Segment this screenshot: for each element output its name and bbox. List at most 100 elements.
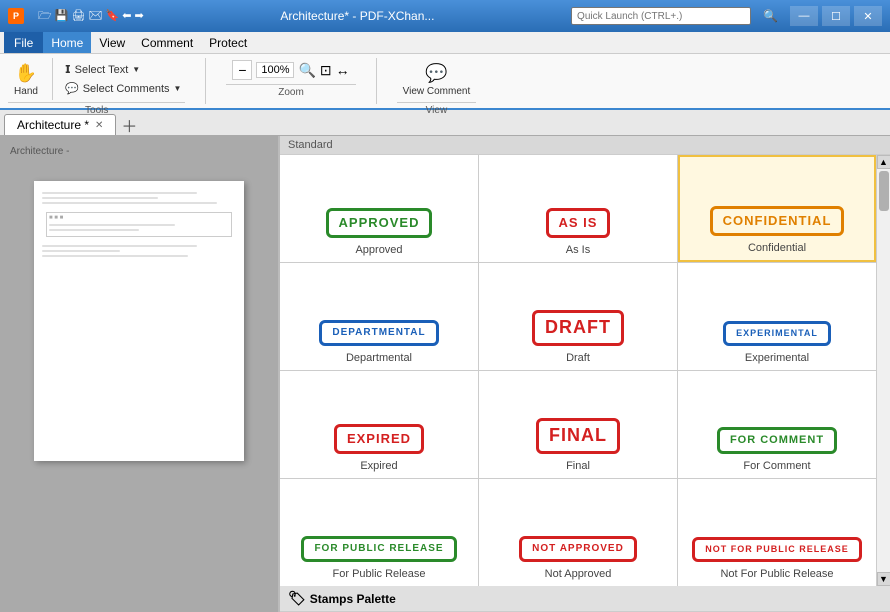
stamp-final[interactable]: FINAL Final: [479, 371, 677, 478]
stamp-not-approved-visual: NOT APPROVED: [519, 536, 637, 562]
select-text-button[interactable]: 𝗜 Select Text ▼: [61, 61, 185, 78]
stamp-expired-label: Expired: [360, 460, 397, 472]
pdf-preview-panel: Hand Architecture - ■ ■ ■: [0, 136, 280, 612]
hand-tool-button[interactable]: ✋ Hand: [8, 58, 44, 100]
ribbon-divider-2: [205, 58, 206, 104]
stamps-grid: APPROVED Approved AS IS As Is CONFIDENTI…: [280, 155, 876, 586]
select-comments-button[interactable]: 💬 Select Comments ▼: [61, 80, 185, 97]
zoom-group-label: Zoom: [226, 84, 355, 98]
stamp-experimental-label: Experimental: [745, 352, 809, 364]
hand-icon: ✋: [14, 61, 38, 85]
stamp-confidential[interactable]: CONFIDENTIAL Confidential: [678, 155, 876, 262]
menu-comment[interactable]: Comment: [133, 32, 201, 53]
stamp-experimental-visual: EXPERIMENTAL: [723, 321, 831, 346]
stamp-experimental[interactable]: EXPERIMENTAL Experimental: [678, 263, 876, 370]
app-icon: P: [8, 8, 24, 24]
stamp-draft-visual: DRAFT: [532, 310, 624, 346]
scroll-track: [877, 169, 890, 572]
ribbon-divider-3: [376, 58, 377, 104]
minimize-button[interactable]: —: [790, 6, 818, 26]
fit-page-icon[interactable]: ⊡: [320, 62, 332, 79]
zoom-row: − 🔍 ⊡ ↔: [226, 58, 355, 82]
stamp-not-for-public-release-visual: NOT FOR PUBLIC RELEASE: [692, 537, 862, 562]
menu-view[interactable]: View: [91, 32, 133, 53]
stamps-panel: Standard APPROVED Approved AS IS As Is C…: [280, 136, 890, 612]
text-select-icon: 𝗜: [65, 63, 71, 76]
stamp-for-public-release-visual: FOR PUBLIC RELEASE: [301, 536, 456, 562]
quick-launch-input[interactable]: [571, 7, 751, 25]
stamp-for-comment[interactable]: FOR COMMENT For Comment: [678, 371, 876, 478]
fit-width-icon[interactable]: ↔: [336, 62, 350, 78]
tab-close-icon[interactable]: ✕: [95, 120, 103, 131]
ribbon-group-zoom: − 🔍 ⊡ ↔ Zoom: [226, 58, 355, 104]
title-bar-left: P 🗁 💾 🖨 ✉ 🔖 ⬅ ➡: [8, 7, 144, 26]
page-preview: ■ ■ ■: [34, 181, 244, 461]
stamp-expired-visual: EXPIRED: [334, 424, 424, 454]
stamp-departmental-label: Departmental: [346, 352, 412, 364]
stamp-expired[interactable]: EXPIRED Expired: [280, 371, 478, 478]
view-group-label: View: [397, 102, 477, 116]
stamp-as-is-visual: AS IS: [546, 208, 611, 238]
close-button[interactable]: ✕: [854, 6, 882, 26]
zoom-area: − 🔍 ⊡ ↔: [226, 58, 355, 82]
view-comment-button[interactable]: 💬 View Comment: [397, 58, 477, 100]
stamps-section-label: Standard: [280, 136, 890, 155]
ribbon: ✋ Hand 𝗜 Select Text ▼ 💬 Select Comments…: [0, 54, 890, 110]
stamp-for-public-release[interactable]: FOR PUBLIC RELEASE For Public Release: [280, 479, 478, 586]
zoom-icon-button[interactable]: 🔍: [298, 62, 315, 79]
stamp-confidential-visual: CONFIDENTIAL: [710, 206, 845, 236]
page-mini-content: ■ ■ ■: [34, 181, 244, 268]
stamp-as-is[interactable]: AS IS As Is: [479, 155, 677, 262]
ribbon-group-tools: ✋ Hand 𝗜 Select Text ▼ 💬 Select Comments…: [8, 58, 185, 104]
dropdown-arrow-icon: ▼: [132, 65, 140, 74]
stamp-for-comment-visual: FOR COMMENT: [717, 427, 837, 454]
panel-scrollbar: ▲ ▼: [876, 155, 890, 586]
stamp-final-visual: FINAL: [536, 418, 620, 454]
dropdown-arrow-icon2: ▼: [174, 84, 182, 93]
stamp-draft-label: Draft: [566, 352, 590, 364]
page-area: Hand Architecture - ■ ■ ■: [0, 136, 278, 612]
page-mini-box: ■ ■ ■: [46, 212, 232, 237]
ribbon-group-view: 💬 View Comment View: [397, 58, 477, 104]
menu-bar: File Home View Comment Protect: [0, 32, 890, 54]
stamp-departmental-visual: DEPARTMENTAL: [319, 320, 438, 346]
stamp-confidential-label: Confidential: [748, 242, 806, 254]
stamp-not-approved[interactable]: NOT APPROVED Not Approved: [479, 479, 677, 586]
stamp-draft[interactable]: DRAFT Draft: [479, 263, 677, 370]
stamps-palette-icon: 🏷: [288, 590, 306, 607]
stamp-final-label: Final: [566, 460, 590, 472]
new-tab-button[interactable]: ＋: [118, 113, 140, 135]
menu-protect[interactable]: Protect: [201, 32, 255, 53]
stamp-departmental[interactable]: DEPARTMENTAL Departmental: [280, 263, 478, 370]
view-row: 💬 View Comment: [397, 58, 477, 100]
menu-file[interactable]: File: [4, 32, 43, 53]
stamps-palette-header: 🏷 Stamps Palette: [280, 586, 890, 612]
main-area: Hand Architecture - ■ ■ ■: [0, 136, 890, 612]
stamp-for-comment-label: For Comment: [743, 460, 810, 472]
stamp-approved-visual: APPROVED: [326, 208, 433, 238]
window-title: Architecture* - PDF-XChan...: [144, 9, 571, 23]
ribbon-divider-1: [52, 58, 53, 100]
title-bar: P 🗁 💾 🖨 ✉ 🔖 ⬅ ➡ Architecture* - PDF-XCha…: [0, 0, 890, 32]
ribbon-tools-row: ✋ Hand 𝗜 Select Text ▼ 💬 Select Comments…: [8, 58, 185, 100]
stamp-not-for-public-release-label: Not For Public Release: [720, 568, 833, 580]
scroll-down-button[interactable]: ▼: [877, 572, 890, 586]
stamp-not-approved-label: Not Approved: [545, 568, 612, 580]
tab-architecture[interactable]: Architecture * ✕: [4, 114, 116, 135]
stamps-body: APPROVED Approved AS IS As Is CONFIDENTI…: [280, 155, 890, 586]
menu-home[interactable]: Home: [43, 32, 91, 53]
scroll-up-button[interactable]: ▲: [877, 155, 890, 169]
zoom-input[interactable]: [256, 62, 294, 78]
zoom-out-button[interactable]: −: [232, 60, 252, 80]
scroll-thumb[interactable]: [879, 171, 889, 211]
view-comment-icon: 💬: [424, 61, 448, 85]
maximize-button[interactable]: ☐: [822, 6, 850, 26]
stamp-not-for-public-release[interactable]: NOT FOR PUBLIC RELEASE Not For Public Re…: [678, 479, 876, 586]
stamp-for-public-release-label: For Public Release: [333, 568, 426, 580]
stamps-palette-title: Stamps Palette: [310, 592, 396, 606]
stamp-approved-label: Approved: [355, 244, 402, 256]
comments-icon: 💬: [65, 82, 79, 95]
breadcrumb: Hand Architecture -: [10, 146, 268, 161]
stamp-as-is-label: As Is: [566, 244, 590, 256]
stamp-approved[interactable]: APPROVED Approved: [280, 155, 478, 262]
